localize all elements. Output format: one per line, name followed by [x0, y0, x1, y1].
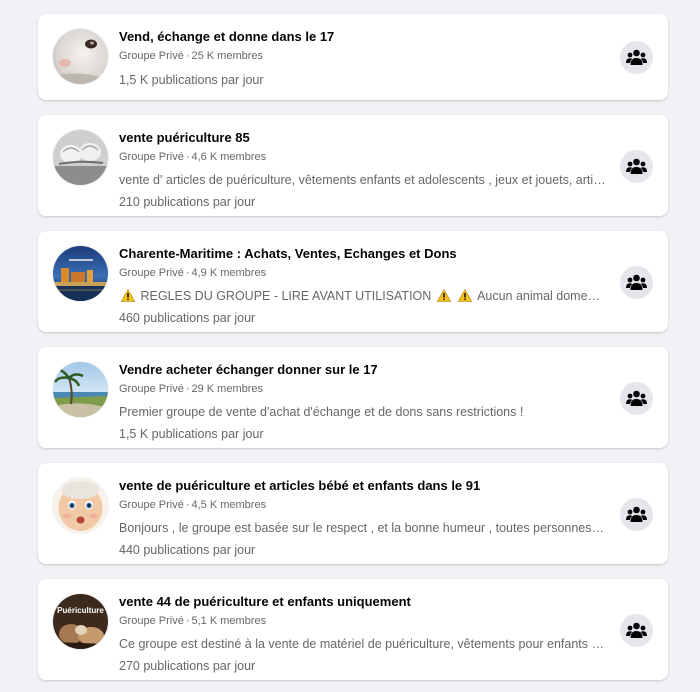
group-members: 4,9 K membres [191, 267, 267, 279]
group-meta: Groupe Privé · 5,1 K membres [119, 614, 606, 628]
group-avatar-harbor-night[interactable] [53, 246, 108, 301]
join-group-button[interactable] [620, 614, 653, 647]
group-info: vente de puériculture et articles bébé e… [119, 477, 606, 558]
group-avatar-baby-shoes[interactable] [53, 130, 108, 185]
group-title[interactable]: vente 44 de puériculture et enfants uniq… [119, 593, 606, 610]
join-group-button[interactable] [620, 498, 653, 531]
group-card[interactable]: Vendre acheter échanger donner sur le 17… [38, 347, 668, 448]
group-privacy: Groupe Privé [119, 615, 184, 627]
group-title[interactable]: Charente-Maritime : Achats, Ventes, Echa… [119, 245, 606, 262]
groups-icon [626, 622, 647, 638]
group-card[interactable]: vente puériculture 85 Groupe Privé · 4,6 K… [38, 115, 668, 216]
group-members: 29 K membres [191, 383, 264, 395]
group-members: 4,6 K membres [191, 151, 267, 163]
harbor-night-photo-icon [53, 246, 108, 301]
join-group-button[interactable] [620, 41, 653, 74]
baby-face-photo-icon [53, 478, 108, 533]
group-info: vente puériculture 85 Groupe Privé · 4,6 K… [119, 129, 606, 210]
palm-beach-photo-icon [53, 362, 108, 417]
groups-icon [626, 158, 647, 174]
group-card[interactable]: vente de puériculture et articles bébé e… [38, 463, 668, 564]
group-info: Vendre acheter échanger donner sur le 17… [119, 361, 606, 442]
group-description-part: Aucun animal domestique ne sera accepté [477, 289, 606, 303]
group-description: vente d' articles de puériculture, vêtem… [119, 173, 606, 187]
groups-icon [626, 390, 647, 406]
group-privacy: Groupe Privé [119, 499, 184, 511]
group-meta: Groupe Privé · 25 K membres [119, 49, 606, 63]
group-privacy: Groupe Privé [119, 50, 184, 62]
groups-icon [626, 49, 647, 65]
group-title[interactable]: vente puériculture 85 [119, 129, 606, 146]
avatar-logo-text: Puériculture [57, 606, 104, 615]
group-description-part: REGLES DU GROUPE - LIRE AVANT UTILISATIO… [140, 289, 432, 303]
group-activity: 210 publications par jour [119, 195, 256, 209]
group-title[interactable]: Vend, échange et donne dans le 17 [119, 28, 606, 45]
group-members: 25 K membres [191, 50, 264, 62]
group-meta: Groupe Privé · 29 K membres [119, 382, 606, 396]
group-privacy: Groupe Privé [119, 383, 184, 395]
group-members: 4,5 K membres [191, 499, 267, 511]
group-description: Bonjours , le groupe est basée sur le re… [119, 521, 606, 535]
group-title[interactable]: vente de puériculture et articles bébé e… [119, 477, 606, 494]
group-members: 5,1 K membres [191, 615, 267, 627]
group-privacy: Groupe Privé [119, 151, 184, 163]
group-meta: Groupe Privé · 4,5 K membres [119, 498, 606, 512]
group-description: Ce groupe est destiné à la vente de maté… [119, 637, 606, 651]
group-avatar-white-cat[interactable] [53, 29, 108, 84]
group-avatar-baby-face[interactable] [53, 478, 108, 533]
baby-shoes-photo-icon [53, 130, 108, 185]
group-title[interactable]: Vendre acheter échanger donner sur le 17 [119, 361, 606, 378]
group-meta: Groupe Privé · 4,6 K membres [119, 150, 606, 164]
group-avatar-palm-beach[interactable] [53, 362, 108, 417]
group-card[interactable]: Charente-Maritime : Achats, Ventes, Echa… [38, 231, 668, 332]
group-card[interactable]: Vend, échange et donne dans le 17 Groupe… [38, 14, 668, 100]
join-group-button[interactable] [620, 150, 653, 183]
group-info: Vend, échange et donne dans le 17 Groupe… [119, 28, 606, 88]
join-group-button[interactable] [620, 382, 653, 415]
group-info: Charente-Maritime : Achats, Ventes, Echa… [119, 245, 606, 326]
group-meta: Groupe Privé · 4,9 K membres [119, 266, 606, 280]
group-list: Vend, échange et donne dans le 17 Groupe… [0, 0, 700, 692]
groups-icon [626, 506, 647, 522]
white-cat-photo-icon [53, 29, 108, 84]
warning-sign-icon [436, 289, 451, 302]
puericulture-logo-icon: Puériculture [53, 594, 108, 649]
group-description: Premier groupe de vente d'achat d'échang… [119, 405, 524, 419]
join-group-button[interactable] [620, 266, 653, 299]
group-info: vente 44 de puériculture et enfants uniq… [119, 593, 606, 674]
group-activity: 440 publications par jour [119, 543, 256, 557]
warning-sign-icon [121, 289, 135, 302]
group-avatar-puericulture-logo[interactable]: Puériculture [53, 594, 108, 649]
group-activity: 1,5 K publications par jour [119, 73, 264, 87]
group-activity: 1,5 K publications par jour [119, 427, 264, 441]
group-description: REGLES DU GROUPE - LIRE AVANT UTILISATIO… [119, 288, 606, 304]
group-activity: 270 publications par jour [119, 659, 256, 673]
group-card[interactable]: Puériculture vente 44 de puériculture et… [38, 579, 668, 680]
warning-sign-icon [458, 289, 473, 302]
group-privacy: Groupe Privé [119, 267, 184, 279]
group-activity: 460 publications par jour [119, 311, 256, 325]
groups-icon [626, 274, 647, 290]
